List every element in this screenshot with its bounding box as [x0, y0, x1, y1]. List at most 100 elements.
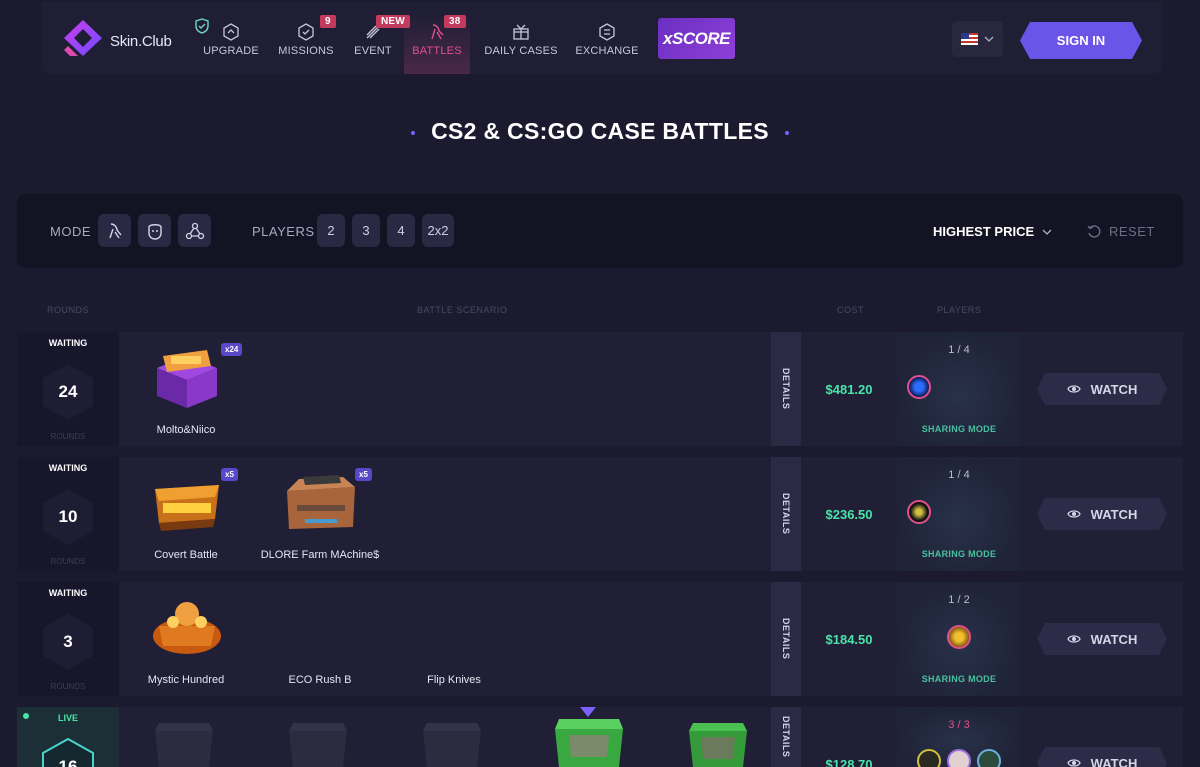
battle-cost: $481.20: [825, 381, 873, 397]
battle-scenario: [119, 707, 771, 767]
avatar[interactable]: [917, 749, 941, 767]
sharing-mode-icon: [185, 222, 204, 239]
avatar[interactable]: [977, 749, 1001, 767]
nav-exchange[interactable]: EXCHANGE: [562, 2, 652, 74]
rounds-cell: LIVE 16: [17, 707, 119, 767]
case-image: [423, 723, 481, 767]
case-item: Mystic Hundred: [119, 582, 253, 696]
watch-label: WATCH: [1090, 381, 1138, 397]
mode-classic-button[interactable]: [98, 214, 131, 247]
sort-dropdown[interactable]: HIGHEST PRICE: [933, 224, 1052, 239]
rounds-count: 10: [58, 507, 78, 526]
nav-event-label: EVENT: [354, 45, 392, 57]
mode-sharing-button[interactable]: [178, 214, 211, 247]
case-name: Molto&Niico: [156, 424, 216, 436]
nav-daily-cases-label: DAILY CASES: [484, 45, 558, 57]
players-4-button[interactable]: 4: [387, 214, 415, 247]
avatar[interactable]: [907, 375, 931, 399]
case-image: [689, 723, 747, 767]
rounds-count: 3: [63, 632, 73, 651]
case-image: [289, 723, 347, 767]
battle-row[interactable]: WAITING 10 ROUNDS x5 Covert Battle x5 DL…: [17, 457, 1183, 571]
reset-button[interactable]: RESET: [1087, 224, 1155, 239]
nav-upgrade[interactable]: UPGRADE: [202, 2, 260, 74]
header-scenario: BATTLE SCENARIO: [417, 305, 508, 315]
exchange-icon: [599, 23, 615, 41]
nav-missions[interactable]: 9 MISSIONS: [260, 2, 352, 74]
battle-scenario: x24 Molto&Niico: [119, 332, 771, 446]
players-2-button[interactable]: 2: [317, 214, 345, 247]
battle-row[interactable]: LIVE 16 DETAILS $128.70 3 / 3 WATCH: [17, 707, 1183, 767]
nav-battles-label: BATTLES: [412, 45, 462, 57]
header-players: PLAYERS: [937, 305, 982, 315]
missions-icon: [298, 23, 314, 41]
details-button[interactable]: DETAILS: [771, 707, 801, 767]
page-title-text: CS2 & CS:GO CASE BATTLES: [431, 118, 769, 144]
sign-in-button[interactable]: SIGN IN: [1020, 22, 1142, 59]
case-count-badge: x5: [355, 468, 372, 481]
case-image: [155, 485, 219, 531]
rounds-hexagon: 16: [41, 737, 95, 767]
battle-mode: SHARING MODE: [921, 549, 997, 559]
avatar[interactable]: [947, 749, 971, 767]
logo-text: Skin.Club: [110, 32, 172, 50]
player-avatars: [897, 500, 1021, 524]
nav-event[interactable]: NEW EVENT: [352, 2, 410, 74]
header-cost: COST: [837, 305, 865, 315]
rounds-hexagon: 3: [41, 612, 95, 672]
mode-crazy-button[interactable]: [138, 214, 171, 247]
eye-icon: [1067, 509, 1081, 519]
players-2x2-button[interactable]: 2x2: [422, 214, 454, 247]
eye-icon: [1067, 758, 1081, 767]
battle-row[interactable]: WAITING 3 ROUNDS Mystic Hundred ECO Rush…: [17, 582, 1183, 696]
case-name: DLORE Farm MAchine$: [260, 549, 380, 561]
language-selector[interactable]: [952, 21, 1003, 57]
details-label: DETAILS: [781, 493, 791, 535]
players-count: 1 / 2: [948, 594, 970, 606]
top-header: Skin.Club UPGRADE 9 MISSIONS NEW EVENT 3…: [42, 2, 1162, 74]
rounds-label: ROUNDS: [50, 432, 86, 441]
chevron-down-icon: [1042, 229, 1052, 235]
players-count: 3 / 3: [948, 719, 970, 731]
avatar[interactable]: [947, 625, 971, 649]
nav-exchange-label: EXCHANGE: [575, 45, 639, 57]
rounds-label: ROUNDS: [50, 682, 86, 691]
details-button[interactable]: DETAILS: [771, 457, 801, 571]
site-logo[interactable]: Skin.Club: [62, 18, 209, 58]
battle-scenario: x5 Covert Battle x5 DLORE Farm MAchine$: [119, 457, 771, 571]
xscore-promo-button[interactable]: xSCORE: [658, 18, 735, 59]
players-count: 1 / 4: [948, 344, 970, 356]
player-avatars: [897, 625, 1021, 649]
case-image: [287, 475, 355, 529]
rounds-cell: WAITING 10 ROUNDS: [17, 457, 119, 571]
current-case-marker-icon: [580, 707, 596, 717]
nav-battles[interactable]: 38 BATTLES: [394, 2, 480, 74]
watch-button[interactable]: WATCH: [1037, 498, 1167, 530]
header-rounds: ROUNDS: [47, 305, 90, 315]
battle-mode: SHARING MODE: [921, 674, 997, 684]
details-button[interactable]: DETAILS: [771, 582, 801, 696]
watch-button[interactable]: WATCH: [1037, 623, 1167, 655]
watch-button[interactable]: WATCH: [1037, 747, 1167, 767]
battle-row[interactable]: WAITING 24 ROUNDS x24 Molto&Niico DETAIL…: [17, 332, 1183, 446]
case-name: Mystic Hundred: [147, 674, 225, 686]
status-badge: WAITING: [48, 588, 88, 598]
rounds-cell: WAITING 3 ROUNDS: [17, 582, 119, 696]
title-dot-left: [411, 130, 416, 135]
case-count-badge: x24: [221, 343, 243, 356]
watch-button[interactable]: WATCH: [1037, 373, 1167, 405]
sort-label: HIGHEST PRICE: [933, 224, 1035, 239]
details-label: DETAILS: [781, 716, 791, 758]
players-cell: 1 / 4 SHARING MODE: [897, 457, 1021, 571]
details-button[interactable]: DETAILS: [771, 332, 801, 446]
reset-icon: [1087, 224, 1101, 238]
case-image: [153, 602, 221, 654]
nav-daily-cases[interactable]: DAILY CASES: [480, 2, 562, 74]
case-item: Flip Knives: [387, 582, 521, 696]
battle-mode-icon: [108, 222, 122, 238]
face-mode-icon: [147, 223, 162, 240]
battle-cost: $128.70: [825, 757, 873, 767]
avatar[interactable]: [907, 500, 931, 524]
players-3-button[interactable]: 3: [352, 214, 380, 247]
players-count: 1 / 4: [948, 469, 970, 481]
